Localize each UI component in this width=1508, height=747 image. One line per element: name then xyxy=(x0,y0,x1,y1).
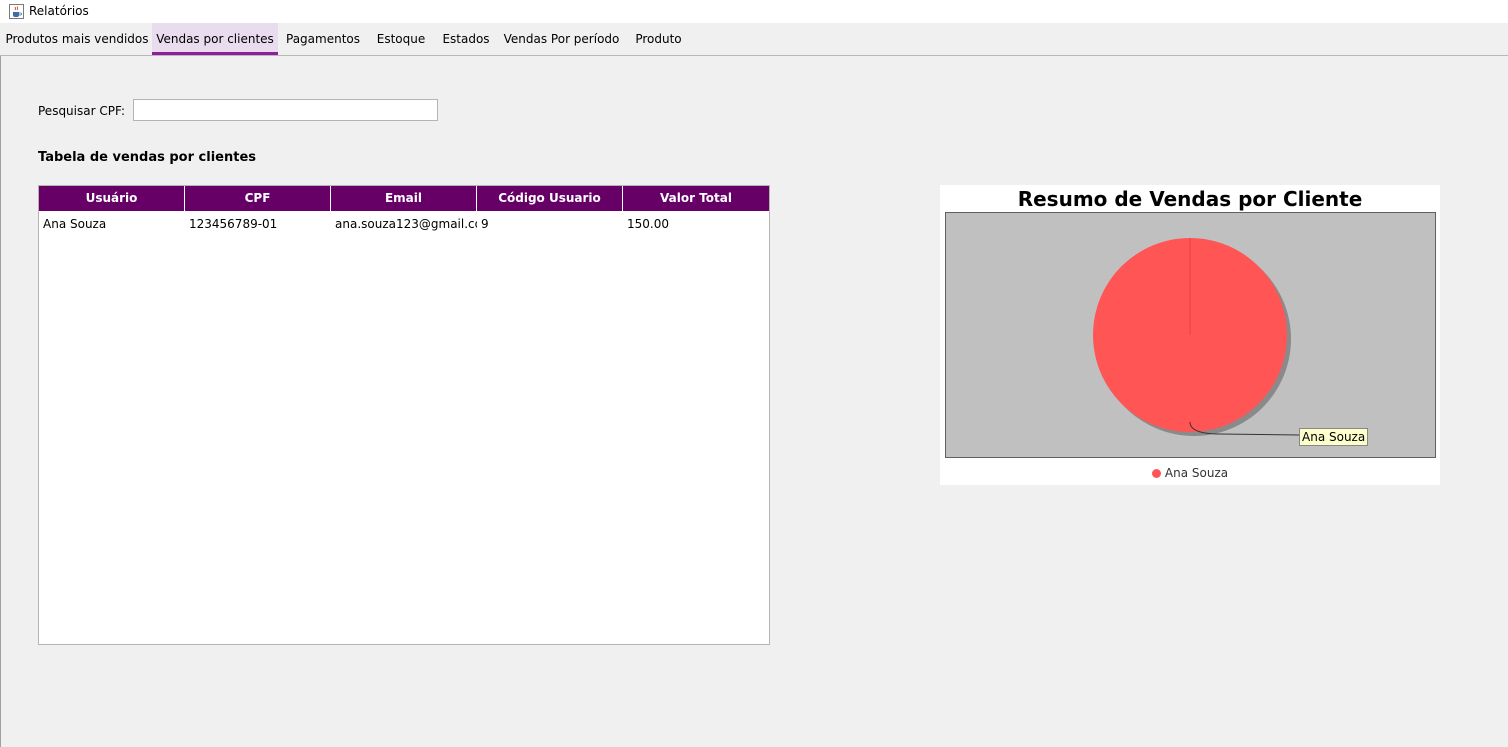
cell-codigo-usuario[interactable]: 9 xyxy=(477,211,623,237)
table-header: Usuário CPF Email Código Usuario Valor T… xyxy=(39,186,769,211)
tab-estados[interactable]: Estados xyxy=(434,23,498,55)
tab-produtos-mais-vendidos[interactable]: Produtos mais vendidos xyxy=(2,23,152,55)
cpf-search-input[interactable] xyxy=(133,99,438,121)
tab-bar: Produtos mais vendidos Vendas por client… xyxy=(0,23,1508,56)
cell-usuario[interactable]: Ana Souza xyxy=(39,211,185,237)
pie-svg xyxy=(1093,238,1300,436)
cell-cpf[interactable]: 123456789-01 xyxy=(185,211,331,237)
cell-valor-total[interactable]: 150.00 xyxy=(623,211,769,237)
pie-plot-area: Ana Souza xyxy=(945,212,1436,458)
cell-email[interactable]: ana.souza123@gmail.com xyxy=(331,211,477,237)
column-header-valor-total[interactable]: Valor Total xyxy=(623,186,769,211)
table-row[interactable]: Ana Souza 123456789-01 ana.souza123@gmai… xyxy=(39,211,769,237)
tab-vendas-por-periodo[interactable]: Vendas Por período xyxy=(498,23,625,55)
slice-label: Ana Souza xyxy=(1299,428,1369,446)
tab-estoque[interactable]: Estoque xyxy=(368,23,434,55)
chart-title: Resumo de Vendas por Cliente xyxy=(1017,187,1363,211)
sales-table[interactable]: Usuário CPF Email Código Usuario Valor T… xyxy=(38,185,770,645)
legend-item-label: Ana Souza xyxy=(1164,466,1229,480)
cpf-search-label: Pesquisar CPF: xyxy=(38,104,125,118)
tab-vendas-por-clientes[interactable]: Vendas por clientes xyxy=(152,23,278,55)
column-header-email[interactable]: Email xyxy=(331,186,477,211)
sales-pie-chart: Resumo de Vendas por Cliente Ana Souza A… xyxy=(940,185,1440,485)
column-header-usuario[interactable]: Usuário xyxy=(39,186,185,211)
legend-marker xyxy=(1151,469,1161,478)
column-header-cpf[interactable]: CPF xyxy=(185,186,331,211)
tab-pagamentos[interactable]: Pagamentos xyxy=(278,23,368,55)
table-title: Tabela de vendas por clientes xyxy=(38,150,257,165)
java-cup-icon xyxy=(9,4,24,19)
title-bar: Relatórios xyxy=(0,0,1508,23)
chart-legend: Ana Souza xyxy=(940,466,1440,480)
column-header-codigo-usuario[interactable]: Código Usuario xyxy=(477,186,623,211)
tab-produto[interactable]: Produto xyxy=(625,23,692,55)
window-title: Relatórios xyxy=(29,4,89,18)
